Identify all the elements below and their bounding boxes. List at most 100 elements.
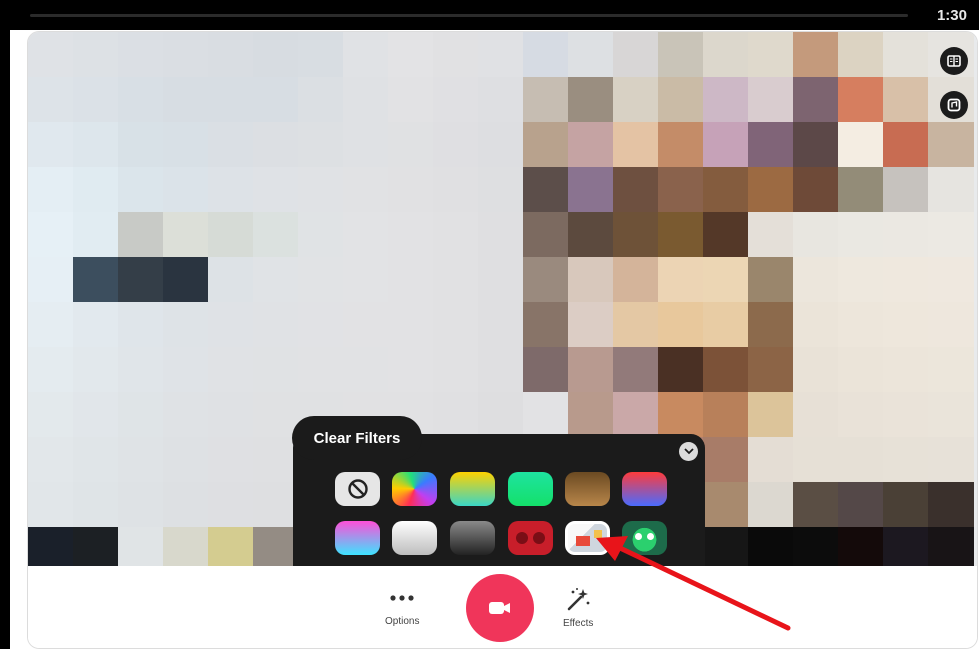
video-pixel <box>163 482 209 528</box>
video-pixel <box>883 302 929 348</box>
video-pixel <box>883 77 929 123</box>
video-pixel <box>163 437 209 483</box>
filter-pixel[interactable] <box>565 521 610 555</box>
more-dots-icon <box>390 595 414 601</box>
filter-red-blue[interactable] <box>622 472 667 506</box>
video-pixel <box>793 347 839 393</box>
video-pixel <box>343 77 389 123</box>
video-pixel <box>73 77 119 123</box>
video-pixel <box>703 482 749 528</box>
filter-green[interactable] <box>508 472 553 506</box>
video-pixel <box>568 77 614 123</box>
video-pixel <box>118 77 164 123</box>
collapse-filters-button[interactable] <box>679 442 698 461</box>
video-pixel <box>793 527 839 566</box>
video-pixel <box>793 32 839 78</box>
clear-filters-button[interactable]: Clear Filters <box>292 416 422 460</box>
video-pixel <box>703 167 749 213</box>
video-pixel <box>838 302 884 348</box>
video-pixel <box>748 257 794 303</box>
filter-white[interactable] <box>392 521 437 555</box>
video-pixel <box>568 32 614 78</box>
video-pixel <box>613 302 659 348</box>
effects-button[interactable]: Effects <box>563 586 593 629</box>
video-pixel <box>748 527 794 566</box>
video-pixel <box>793 482 839 528</box>
video-pixel <box>118 302 164 348</box>
filter-dark[interactable] <box>450 521 495 555</box>
filter-none[interactable] <box>335 472 380 506</box>
video-pixel <box>388 257 434 303</box>
video-pixel <box>73 212 119 258</box>
video-pixel <box>568 392 614 438</box>
video-pixel <box>928 122 974 168</box>
video-pixel <box>703 347 749 393</box>
filter-rainbow[interactable] <box>392 472 437 506</box>
video-pixel <box>388 212 434 258</box>
video-pixel <box>73 122 119 168</box>
video-pixel <box>253 32 299 78</box>
video-pixel <box>478 32 524 78</box>
video-pixel <box>838 257 884 303</box>
video-pixel <box>28 347 74 393</box>
video-pixel <box>118 347 164 393</box>
video-pixel <box>163 302 209 348</box>
video-pixel <box>433 32 479 78</box>
video-pixel <box>163 347 209 393</box>
video-pixel <box>748 482 794 528</box>
options-button[interactable]: Options <box>385 594 419 627</box>
video-pixel <box>613 392 659 438</box>
video-pixel <box>298 32 344 78</box>
video-pixel <box>73 347 119 393</box>
video-pixel <box>658 122 704 168</box>
filter-pink-cyan[interactable] <box>335 521 380 555</box>
video-pixel <box>928 482 974 528</box>
filter-red-dots[interactable] <box>508 521 553 555</box>
record-button[interactable] <box>466 574 534 642</box>
video-pixel <box>388 302 434 348</box>
video-pixel <box>73 482 119 528</box>
video-pixel <box>28 392 74 438</box>
guide-button[interactable] <box>940 47 968 75</box>
video-pixel <box>118 212 164 258</box>
video-pixel <box>28 257 74 303</box>
pixel-block <box>576 536 590 546</box>
video-pixel <box>253 212 299 258</box>
video-pixel <box>208 122 254 168</box>
video-pixel <box>928 437 974 483</box>
video-pixel <box>928 302 974 348</box>
bottom-controls: Options Effects <box>28 566 977 648</box>
video-pixel <box>703 302 749 348</box>
video-pixel <box>343 257 389 303</box>
video-pixel <box>28 32 74 78</box>
video-pixel <box>883 527 929 566</box>
video-pixel <box>523 302 569 348</box>
music-button[interactable] <box>940 91 968 119</box>
video-pixel <box>748 77 794 123</box>
filter-teal-yellow[interactable] <box>450 472 495 506</box>
video-pixel <box>748 392 794 438</box>
video-pixel <box>928 167 974 213</box>
video-pixel <box>928 257 974 303</box>
camera-card: Clear Filters Options Effects <box>27 31 978 649</box>
video-pixel <box>613 32 659 78</box>
video-pixel <box>28 167 74 213</box>
video-pixel <box>208 302 254 348</box>
video-pixel <box>208 77 254 123</box>
video-pixel <box>28 527 74 566</box>
video-pixel <box>883 257 929 303</box>
video-pixel <box>208 167 254 213</box>
filter-monster[interactable] <box>622 521 667 555</box>
video-pixel <box>568 122 614 168</box>
video-pixel <box>298 212 344 258</box>
filter-bronze[interactable] <box>565 472 610 506</box>
video-pixel <box>523 212 569 258</box>
video-pixel <box>28 482 74 528</box>
video-pixel <box>658 212 704 258</box>
video-pixel <box>748 167 794 213</box>
video-pixel <box>568 257 614 303</box>
video-pixel <box>388 167 434 213</box>
video-pixel <box>73 527 119 566</box>
video-pixel <box>613 167 659 213</box>
video-pixel <box>208 347 254 393</box>
